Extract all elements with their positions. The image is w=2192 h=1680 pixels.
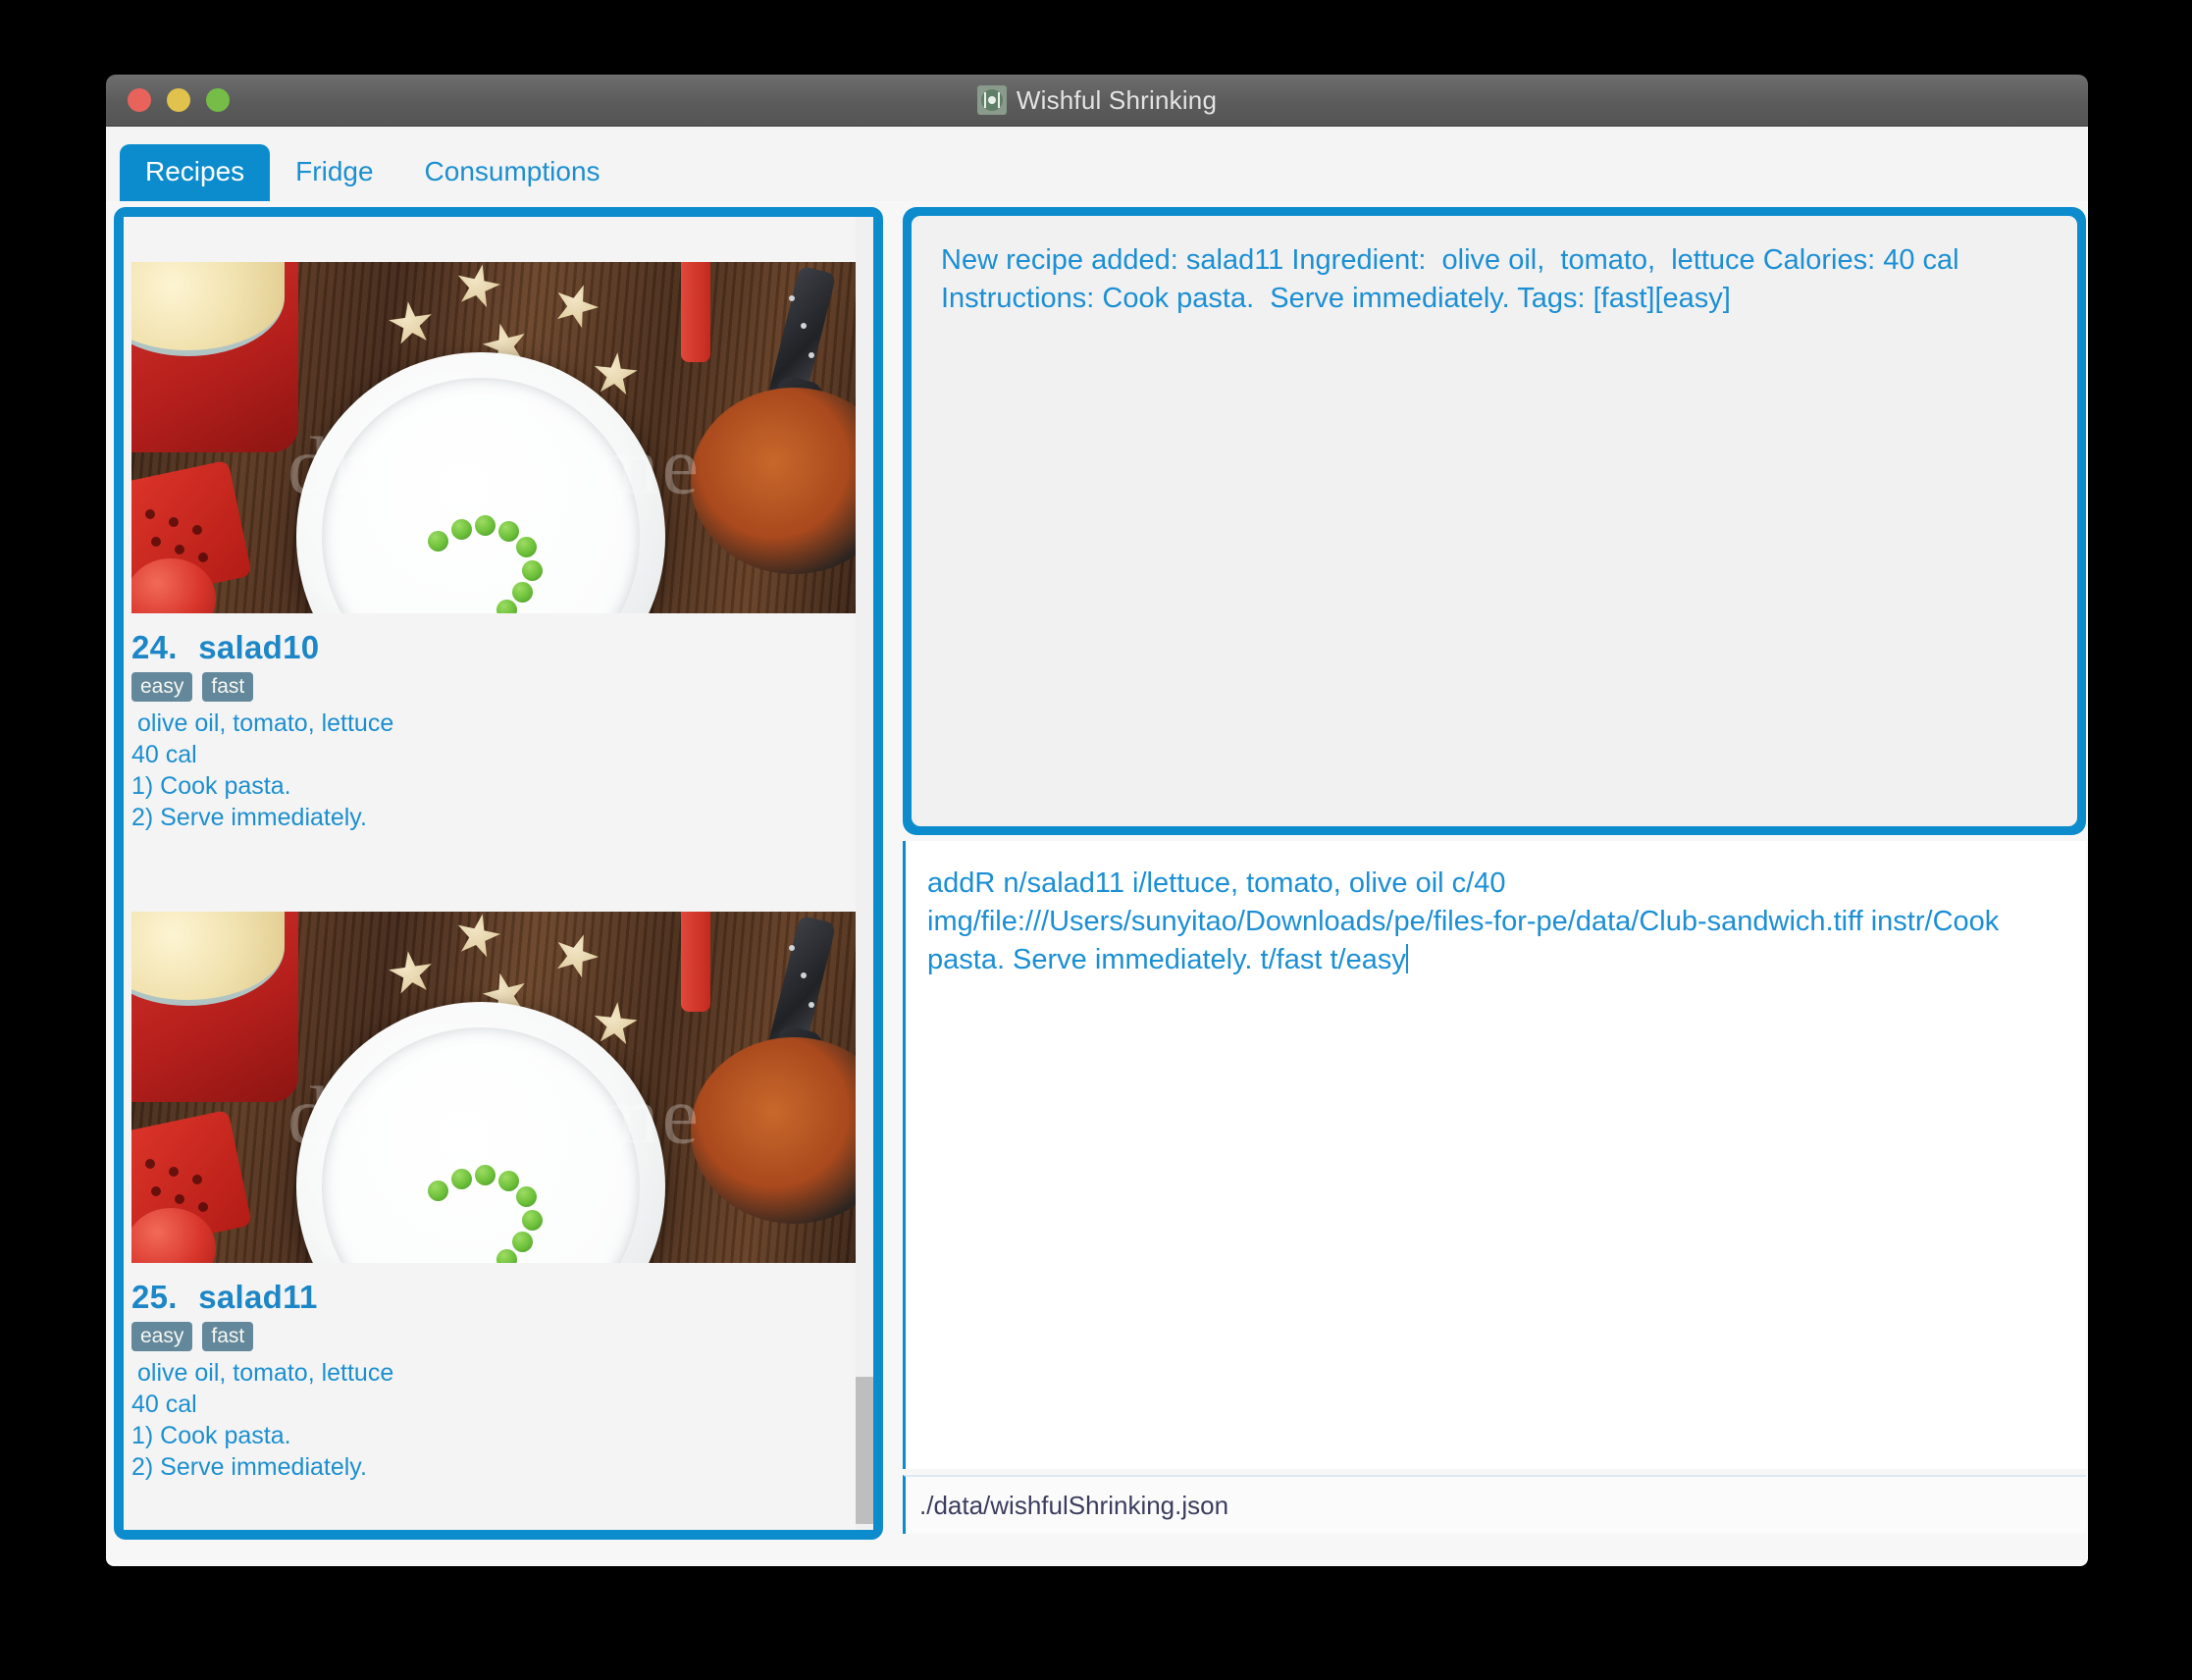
recipe-calories: 40 cal [131,1391,197,1418]
status-bar: ./data/wishfulShrinking.json [903,1475,2086,1534]
recipes-scroll-area[interactable]: dreamstime 24. salad10 easy fast olive o… [124,217,856,1530]
app-window: Wishful Shrinking Recipes Fridge Consump… [106,75,2088,1566]
scrollbar-thumb[interactable] [856,1377,873,1524]
recipe-tags: easy fast [131,1322,856,1351]
status-file-path: ./data/wishfulShrinking.json [919,1490,1229,1520]
recipe-step: 2) Serve immediately. [131,804,367,831]
tag-badge: easy [131,1322,193,1351]
tag-badge: fast [202,672,254,702]
recipe-card[interactable]: dreamstime 25. salad11 easy fast olive o… [124,866,856,1498]
recipe-title: 25. salad11 [131,1279,856,1316]
tab-fridge[interactable]: Fridge [270,144,398,201]
plate-fork-knife-icon [976,85,1007,115]
recipe-tags: easy fast [131,672,856,702]
recipe-calories: 40 cal [131,741,197,768]
minimize-button[interactable] [167,88,190,112]
tab-consumptions[interactable]: Consumptions [399,144,626,201]
recipe-image: dreamstime [131,262,856,613]
window-controls [128,88,230,112]
message-text: New recipe added: salad11 Ingredient: ol… [941,244,1967,314]
recipe-index: 24. [131,629,178,665]
tab-recipes[interactable]: Recipes [120,144,271,201]
recipe-card[interactable]: dreamstime 24. salad10 easy fast olive o… [124,217,856,849]
tag-badge: easy [131,672,193,702]
window-title-group: Wishful Shrinking [106,85,2088,116]
recipes-list: dreamstime 24. salad10 easy fast olive o… [124,217,873,1530]
recipe-ingredients: olive oil, tomato, lettuce [137,1359,394,1387]
window-title: Wishful Shrinking [1016,84,1218,115]
command-input-panel[interactable]: addR n/salad11 i/lettuce, tomato, olive … [903,841,2086,1469]
window-titlebar: Wishful Shrinking [106,75,2088,127]
text-caret [1405,943,1408,973]
recipe-name: salad11 [198,1279,318,1315]
recipe-title: 24. salad10 [131,629,856,666]
tag-badge: fast [202,1322,254,1351]
message-output-area: New recipe added: salad11 Ingredient: ol… [912,216,2077,826]
tab-bar: Recipes Fridge Consumptions [106,127,2088,201]
message-panel: New recipe added: salad11 Ingredient: ol… [903,207,2086,835]
command-input-value: addR n/salad11 i/lettuce, tomato, olive … [927,867,2008,975]
recipe-details: 24. salad10 easy fast olive oil, tomato,… [124,613,856,849]
recipe-index: 25. [131,1279,178,1315]
recipes-panel: dreamstime 24. salad10 easy fast olive o… [114,207,883,1540]
app-body: dreamstime 24. salad10 easy fast olive o… [106,201,2088,1566]
recipe-step: 1) Cook pasta. [131,1422,291,1449]
recipe-image: dreamstime [131,912,856,1263]
zoom-button[interactable] [206,88,230,112]
recipes-scrollbar[interactable] [856,217,873,1530]
recipe-step: 2) Serve immediately. [131,1453,367,1481]
right-column: New recipe added: salad11 Ingredient: ol… [891,201,2088,1566]
recipe-details: 25. salad11 easy fast olive oil, tomato,… [124,1263,856,1498]
command-input-text[interactable]: addR n/salad11 i/lettuce, tomato, olive … [927,865,2061,979]
recipe-step: 1) Cook pasta. [131,772,291,800]
close-button[interactable] [128,88,151,112]
recipe-ingredients: olive oil, tomato, lettuce [137,709,394,737]
recipe-name: salad10 [198,629,320,665]
image-watermark: dreamstime [287,420,702,512]
image-watermark: dreamstime [287,1070,702,1162]
